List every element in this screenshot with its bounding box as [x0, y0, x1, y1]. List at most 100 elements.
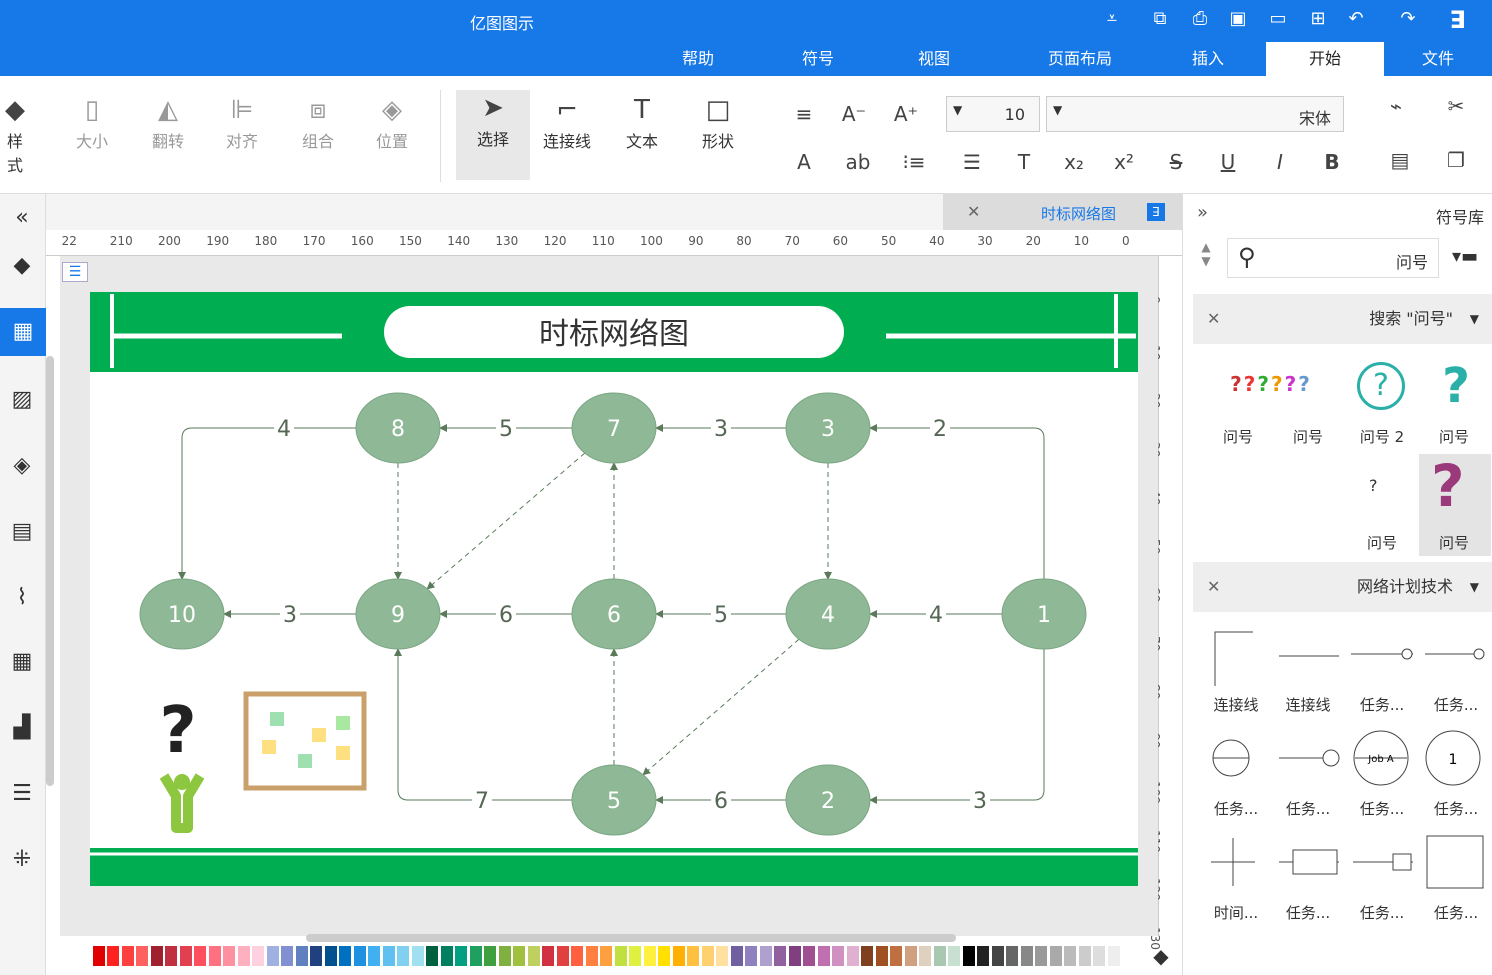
style-button[interactable]: ◆ 样式	[0, 92, 30, 176]
color-swatch[interactable]	[774, 946, 786, 966]
color-swatch[interactable]	[614, 946, 627, 966]
bullets-icon[interactable]: ⁝≡	[900, 150, 928, 174]
color-swatch[interactable]	[542, 946, 554, 966]
color-swatch[interactable]	[150, 946, 163, 966]
tab-page-layout[interactable]: 页面布局	[1010, 42, 1150, 76]
text-tool[interactable]: T 文本	[612, 92, 672, 152]
format-painter-icon[interactable]: ⌁	[1382, 94, 1410, 118]
color-swatch[interactable]	[1064, 946, 1076, 966]
font-color-icon[interactable]: A	[790, 150, 818, 174]
tab-help[interactable]: 帮助	[640, 42, 756, 76]
bold-icon[interactable]: B	[1318, 150, 1346, 174]
color-swatch[interactable]	[223, 946, 235, 966]
color-swatch[interactable]	[208, 946, 221, 966]
copy-icon[interactable]: ❐	[1442, 148, 1470, 172]
color-swatch[interactable]	[324, 946, 337, 966]
color-swatch[interactable]	[701, 946, 714, 966]
small-question-symbol[interactable]: ?	[1369, 476, 1378, 495]
colored-questions-symbol[interactable]: ??????	[1201, 372, 1341, 402]
italic-icon[interactable]: I	[1266, 150, 1294, 174]
color-swatch[interactable]	[948, 946, 960, 966]
customize-icon[interactable]: ⩡	[1100, 7, 1124, 31]
color-swatch[interactable]	[585, 946, 598, 966]
color-palette[interactable]	[60, 944, 1140, 968]
print-icon[interactable]: ⎙	[1188, 7, 1212, 31]
color-swatch[interactable]	[788, 946, 801, 966]
color-swatch[interactable]	[440, 946, 453, 966]
color-swatch[interactable]	[1006, 946, 1018, 966]
color-swatch[interactable]	[861, 946, 873, 966]
export-icon[interactable]: ⧉	[1148, 7, 1172, 31]
paste-icon[interactable]: ▤	[1386, 148, 1414, 172]
shape-tool[interactable]: □ 形状	[688, 92, 748, 152]
color-swatch[interactable]	[237, 946, 250, 966]
color-swatch[interactable]	[962, 946, 975, 966]
decrease-font-icon[interactable]: A⁻	[840, 102, 868, 126]
color-swatch[interactable]	[745, 946, 757, 966]
subscript-icon[interactable]: x₂	[1060, 150, 1088, 174]
color-swatch[interactable]	[426, 946, 438, 966]
color-swatch[interactable]	[875, 946, 888, 966]
color-swatch[interactable]	[672, 946, 685, 966]
color-swatch[interactable]	[803, 946, 815, 966]
new-icon[interactable]: ⊞	[1306, 7, 1330, 31]
color-swatch[interactable]	[1107, 946, 1120, 966]
color-swatch[interactable]	[846, 946, 859, 966]
increase-font-icon[interactable]: A⁺	[892, 102, 920, 126]
font-name-select[interactable]: 宋体 ▼	[1046, 96, 1344, 132]
page-menu-icon[interactable]: ☰	[62, 262, 88, 282]
color-swatch[interactable]	[136, 946, 148, 966]
color-swatch[interactable]	[527, 946, 540, 966]
color-swatch[interactable]	[455, 946, 467, 966]
superscript-icon[interactable]: x²	[1110, 150, 1138, 174]
color-swatch[interactable]	[295, 946, 308, 966]
fill-icon[interactable]: ◆	[6, 250, 38, 282]
table-icon[interactable]: ▦	[6, 646, 38, 678]
color-swatch[interactable]	[687, 946, 699, 966]
color-swatch[interactable]	[730, 946, 743, 966]
group-button[interactable]: ⧈ 组合	[288, 92, 348, 152]
network-planning-header[interactable]: ✕ 网络计划技术 ▼	[1193, 562, 1492, 612]
color-swatch[interactable]	[179, 946, 192, 966]
vertical-scrollbar[interactable]	[46, 356, 54, 786]
open-icon[interactable]: ▭	[1266, 7, 1290, 31]
horizontal-scrollbar[interactable]	[306, 934, 956, 942]
question-mark-symbol[interactable]: ?	[1429, 358, 1483, 414]
color-swatch[interactable]	[1122, 946, 1134, 966]
search-results-header[interactable]: ✕ 搜索 "问号" ▼	[1193, 294, 1492, 344]
color-swatch[interactable]	[339, 946, 351, 966]
color-swatch[interactable]	[266, 946, 279, 966]
color-swatch[interactable]	[759, 946, 772, 966]
align-text-icon[interactable]: ≡	[790, 102, 818, 126]
color-swatch[interactable]	[643, 946, 656, 966]
color-swatch[interactable]	[977, 946, 989, 966]
color-swatch[interactable]	[397, 946, 409, 966]
org-icon[interactable]: ▟	[6, 712, 38, 744]
page-icon[interactable]: ▤	[6, 516, 38, 548]
collapse-left-icon[interactable]: «	[6, 202, 38, 234]
fill-bucket-icon[interactable]: ◆	[1148, 944, 1174, 970]
color-swatch[interactable]	[281, 946, 293, 966]
gantt-icon[interactable]: ☰	[6, 778, 38, 810]
color-swatch[interactable]	[890, 946, 902, 966]
tab-symbols[interactable]: 符号	[760, 42, 876, 76]
scroll-arrows-icon[interactable]: ▲ ▼	[1193, 240, 1219, 276]
color-swatch[interactable]	[1093, 946, 1105, 966]
symbols-panel-icon[interactable]: ▦	[0, 308, 46, 356]
color-swatch[interactable]	[658, 946, 670, 966]
color-swatch[interactable]	[498, 946, 511, 966]
color-swatch[interactable]	[919, 946, 931, 966]
layers-icon[interactable]: ◈	[6, 450, 38, 482]
color-swatch[interactable]	[817, 946, 830, 966]
tab-insert[interactable]: 插入	[1150, 42, 1266, 76]
color-swatch[interactable]	[310, 946, 322, 966]
case-icon[interactable]: ab	[844, 150, 872, 174]
select-tool[interactable]: ➤ 选择	[456, 90, 530, 180]
collapse-right-icon[interactable]: »	[1197, 202, 1208, 223]
close-tab-icon[interactable]: ✕	[967, 202, 980, 221]
question-circle-symbol[interactable]: ?	[1357, 362, 1405, 410]
redo-icon[interactable]: ↷	[1396, 7, 1420, 31]
close-section-icon[interactable]: ✕	[1207, 562, 1220, 612]
color-swatch[interactable]	[107, 946, 119, 966]
color-swatch[interactable]	[991, 946, 1004, 966]
